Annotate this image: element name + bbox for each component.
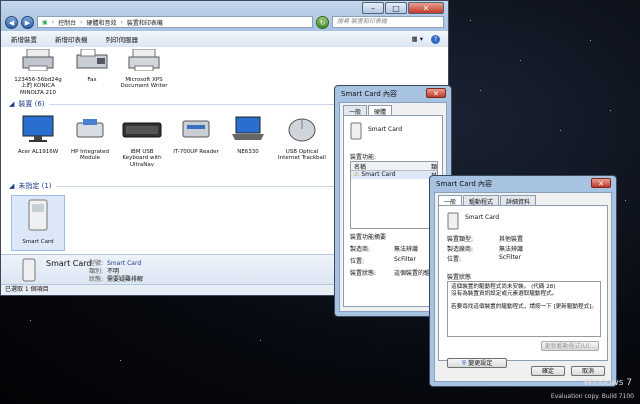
location-label: 位置: <box>447 256 462 263</box>
general-panel: Smart Card 裝置類型: 其他裝置 製造廠商: 無法辨識 位置: ScF… <box>438 205 608 368</box>
module-icon <box>76 119 104 138</box>
warning-icon: ⚠ <box>354 171 360 178</box>
device-item[interactable]: NE6330 <box>223 115 273 155</box>
device-label: Smart Card <box>22 238 54 245</box>
dialog-title: Smart Card 內容 <box>341 90 397 98</box>
device-label: HP Integrated Module <box>70 148 109 162</box>
printer-item[interactable]: 123456-56bd24g 上的 KONICA MINOLTA 210 <box>13 48 63 96</box>
mouse-icon <box>288 118 316 142</box>
breadcrumb-item[interactable]: 控制台 <box>58 18 76 27</box>
close-button[interactable]: ✕ <box>591 178 611 188</box>
add-device-button[interactable]: 新增裝置 <box>11 34 37 44</box>
printer-item[interactable]: Microsoft XPS Document Writer <box>119 48 169 90</box>
device-label: USB Optical Internet Trackball <box>278 148 326 162</box>
smart-card-icon <box>28 199 48 231</box>
collapse-icon: ◢ <box>9 100 15 108</box>
dialog-title: Smart Card 內容 <box>436 180 492 188</box>
smart-card-icon <box>22 258 36 282</box>
printer-label: Fax <box>87 76 97 83</box>
location-value: ScFilter <box>394 256 416 263</box>
details-status: 狀態: 需要疑難排解 <box>89 276 144 283</box>
folder-icon: ▣ <box>42 18 48 26</box>
type-value: 其他裝置 <box>499 236 524 243</box>
help-icon[interactable]: ? <box>431 34 440 44</box>
smart-card-icon <box>350 122 362 140</box>
ok-button[interactable]: 確定 <box>531 366 565 376</box>
keyboard-icon <box>122 122 162 138</box>
card-reader-icon <box>182 120 210 138</box>
printer-icon <box>22 48 54 72</box>
printer-icon <box>128 48 160 72</box>
device-name: Smart Card <box>465 214 500 221</box>
maximize-button[interactable]: □ <box>385 2 407 14</box>
laptop-icon <box>232 116 264 140</box>
summary-label: 裝置功能摘要 <box>350 234 387 241</box>
device-label: NE6330 <box>237 148 259 155</box>
table-cell-name: ⚠ Smart Card <box>354 171 396 178</box>
title-bar: – □ ✕ ◀ ▶ ▣ › 控制台 › 硬體和音效 › 裝置和印表機 ↻ 搜尋 … <box>1 1 448 31</box>
status-group-label: 裝置狀態 <box>447 274 472 281</box>
manufacturer-value: 無法辨識 <box>394 246 419 253</box>
search-input[interactable]: 搜尋 裝置和印表機 <box>332 16 444 28</box>
printer-label: 123456-56bd24g 上的 KONICA MINOLTA 210 <box>14 76 62 96</box>
device-label: Acer AL1916W <box>17 148 59 155</box>
device-label: IBM USB Keyboard with UltraNav <box>122 148 162 168</box>
cancel-button[interactable]: 取消 <box>571 366 605 376</box>
monitor-icon <box>22 115 54 142</box>
unspecified-group-title: 未指定 (1) <box>18 182 52 190</box>
minimize-button[interactable]: – <box>362 2 384 14</box>
smart-card-icon <box>447 212 459 230</box>
devices-group-title: 裝置 (6) <box>18 100 45 108</box>
printer-item[interactable]: Fax <box>67 48 117 83</box>
close-button[interactable]: ✕ <box>426 88 446 98</box>
type-label: 裝置類型: <box>447 236 474 243</box>
refresh-icon[interactable]: ↻ <box>316 15 329 29</box>
device-name: Smart Card <box>368 126 403 133</box>
device-item[interactable]: USB Optical Internet Trackball <box>277 115 327 162</box>
shield-icon: ⛨ <box>461 360 467 367</box>
collapse-icon: ◢ <box>9 182 15 190</box>
evaluation-watermark: Evaluation copy. Build 7100 <box>550 393 634 400</box>
back-button[interactable]: ◀ <box>5 15 18 29</box>
print-server-button[interactable]: 列印伺服器 <box>106 34 139 44</box>
column-header-name[interactable]: 名稱 <box>354 162 366 171</box>
windows-watermark: Windows 7 <box>583 378 632 388</box>
fax-icon <box>76 48 108 69</box>
printer-label: Microsoft XPS Document Writer <box>120 76 168 90</box>
device-item[interactable]: IBM USB Keyboard with UltraNav <box>117 115 167 168</box>
properties-dialog-general: Smart Card 內容 ✕ 一般 驅動程式 詳細資料 Smart Card … <box>429 175 617 387</box>
dialog-body: 一般 驅動程式 詳細資料 Smart Card 裝置類型: 其他裝置 製造廠商:… <box>434 192 612 382</box>
functions-label: 裝置功能: <box>350 154 377 161</box>
address-bar[interactable]: ▣ › 控制台 › 硬體和音效 › 裝置和印表機 <box>37 16 313 28</box>
add-printer-button[interactable]: 新增印表機 <box>55 34 88 44</box>
forward-button[interactable]: ▶ <box>21 15 34 29</box>
breadcrumb-item[interactable]: 裝置和印表機 <box>127 18 163 27</box>
manufacturer-label: 製造商: <box>350 246 371 253</box>
breadcrumb-item[interactable]: 硬體和音效 <box>87 18 117 27</box>
location-label: 位置: <box>350 258 365 265</box>
close-button[interactable]: ✕ <box>408 2 444 14</box>
update-driver-button[interactable]: 更新驅動程式(U)... <box>541 341 599 351</box>
device-label: IT-700UP Reader <box>173 148 219 155</box>
device-item[interactable]: IT-700UP Reader <box>171 115 221 155</box>
device-item[interactable]: HP Integrated Module <box>65 115 115 162</box>
change-settings-button[interactable]: ⛨ 變更設定 <box>447 358 507 368</box>
status-label: 裝置狀態: <box>350 270 377 277</box>
device-item[interactable]: Acer AL1916W <box>13 115 63 155</box>
view-options-icon[interactable]: ▦ ▾ <box>412 35 423 43</box>
status-textbox[interactable]: 這個裝置的驅動程式尚未安裝。 (代碼 28) 沒有為裝置資訊設定或元素選取驅動程… <box>447 281 601 337</box>
details-name: Smart Card <box>46 259 92 268</box>
command-bar: 新增裝置 新增印表機 列印伺服器 ▦ ▾ ? <box>1 31 448 48</box>
hardware-panel: Smart Card 裝置功能: 名稱 類型 ⚠ Smart Card 其他裝置… <box>343 115 443 307</box>
location-value: ScFilter <box>499 254 521 261</box>
maker-value: 無法辨識 <box>499 246 524 253</box>
smart-card-tile-content[interactable]: Smart Card <box>13 199 63 245</box>
functions-table: 名稱 類型 ⚠ Smart Card 其他裝置 <box>350 161 438 229</box>
maker-label: 製造廠商: <box>447 246 474 253</box>
